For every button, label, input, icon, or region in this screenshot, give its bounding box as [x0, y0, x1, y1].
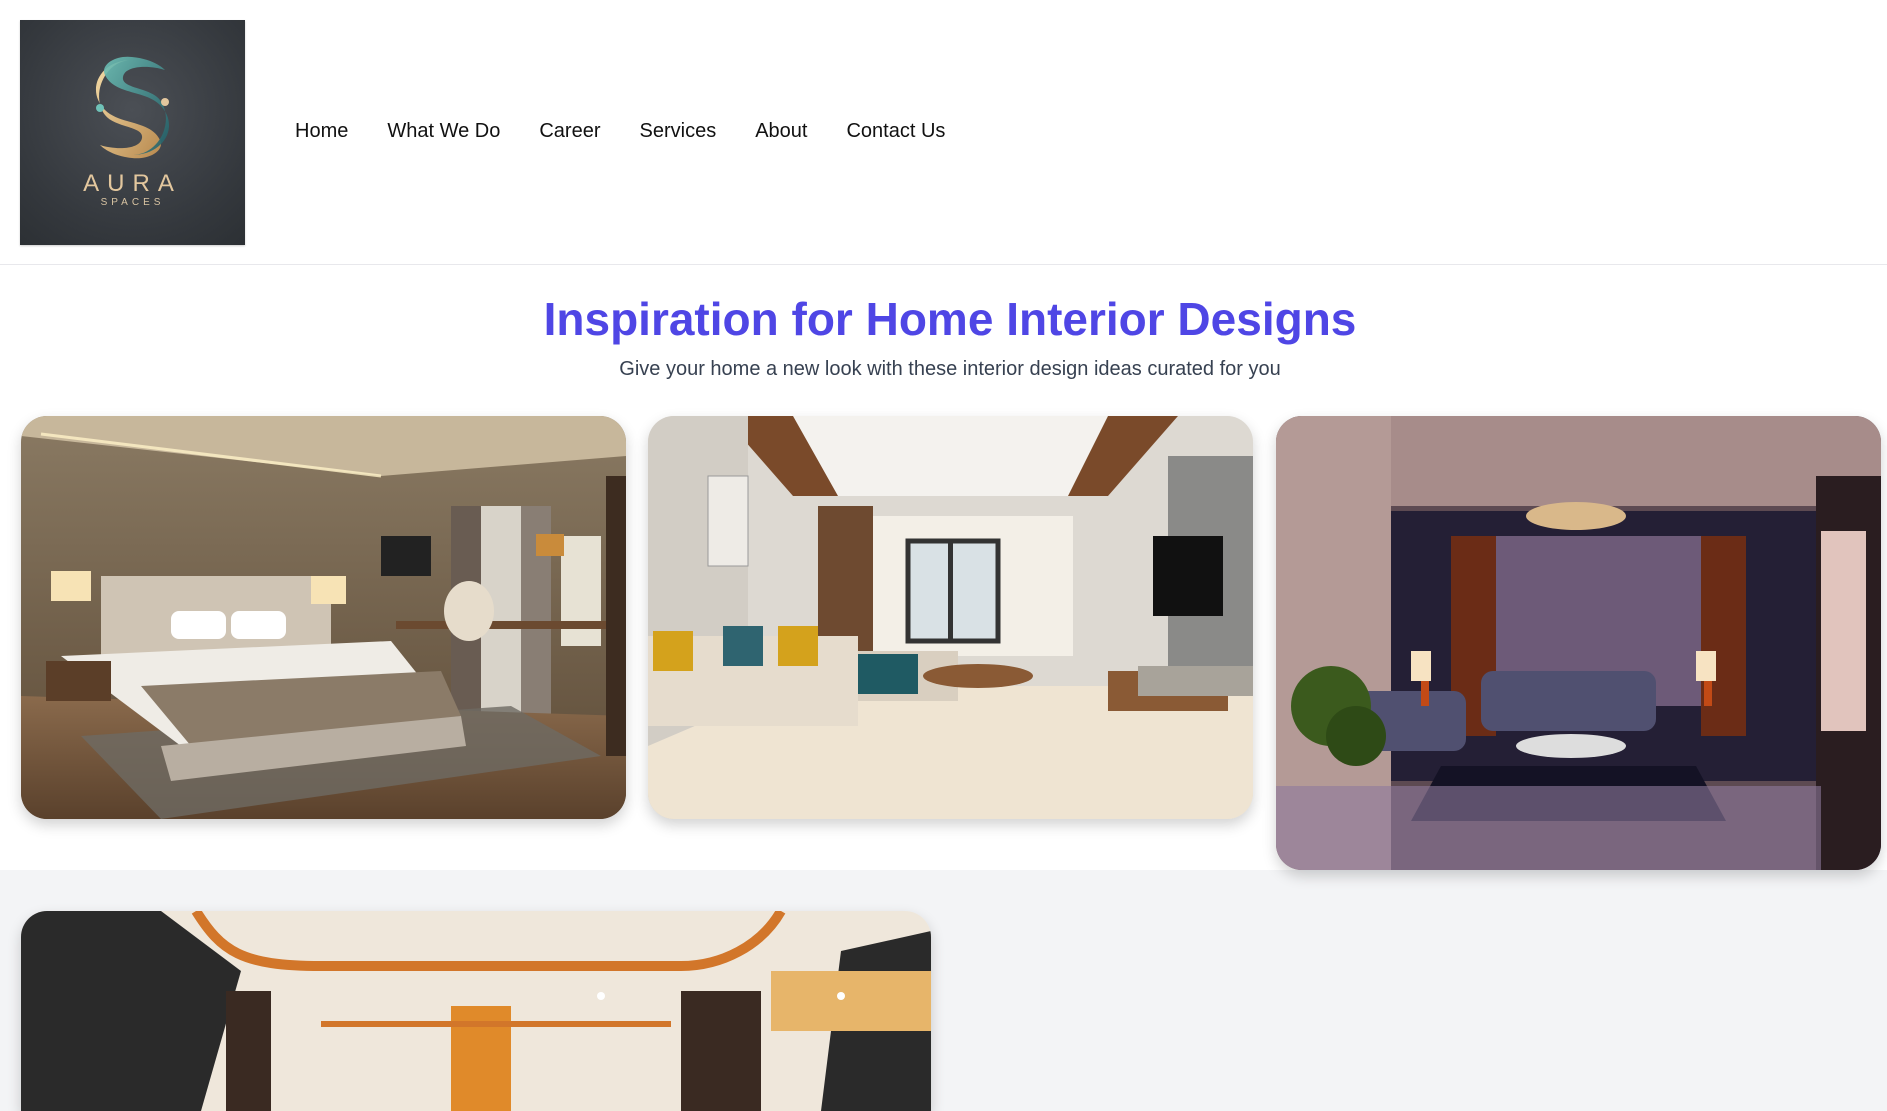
gallery-image-dark-living-room[interactable] — [1276, 416, 1881, 870]
nav-what-we-do[interactable]: What We Do — [387, 120, 500, 143]
gallery-image-bedroom[interactable] — [21, 416, 626, 819]
logo-tagline: SPACES — [100, 197, 165, 208]
page-title: Inspiration for Home Interior Designs — [543, 293, 1357, 345]
nav-contact-us[interactable]: Contact Us — [846, 120, 945, 143]
gallery-image-living-room[interactable] — [648, 416, 1253, 819]
nav-home[interactable]: Home — [295, 120, 348, 143]
gallery-image-dining-room[interactable] — [21, 911, 931, 1111]
logo[interactable]: AURA SPACES — [20, 20, 245, 245]
logo-wordmark: AURA — [83, 170, 182, 197]
bedroom-image — [21, 416, 626, 819]
nav-about[interactable]: About — [755, 120, 807, 143]
nav-services[interactable]: Services — [640, 120, 717, 143]
dark-living-room-image — [1276, 416, 1881, 870]
main-nav: Home What We Do Career Services About Co… — [295, 120, 984, 143]
site-header: AURA SPACES Home What We Do Career Servi… — [0, 0, 1887, 265]
page-subtitle: Give your home a new look with these int… — [619, 358, 1281, 380]
dining-room-image — [21, 911, 931, 1111]
logo-mark-icon — [95, 56, 170, 159]
living-room-image — [648, 416, 1253, 819]
nav-career[interactable]: Career — [539, 120, 600, 143]
